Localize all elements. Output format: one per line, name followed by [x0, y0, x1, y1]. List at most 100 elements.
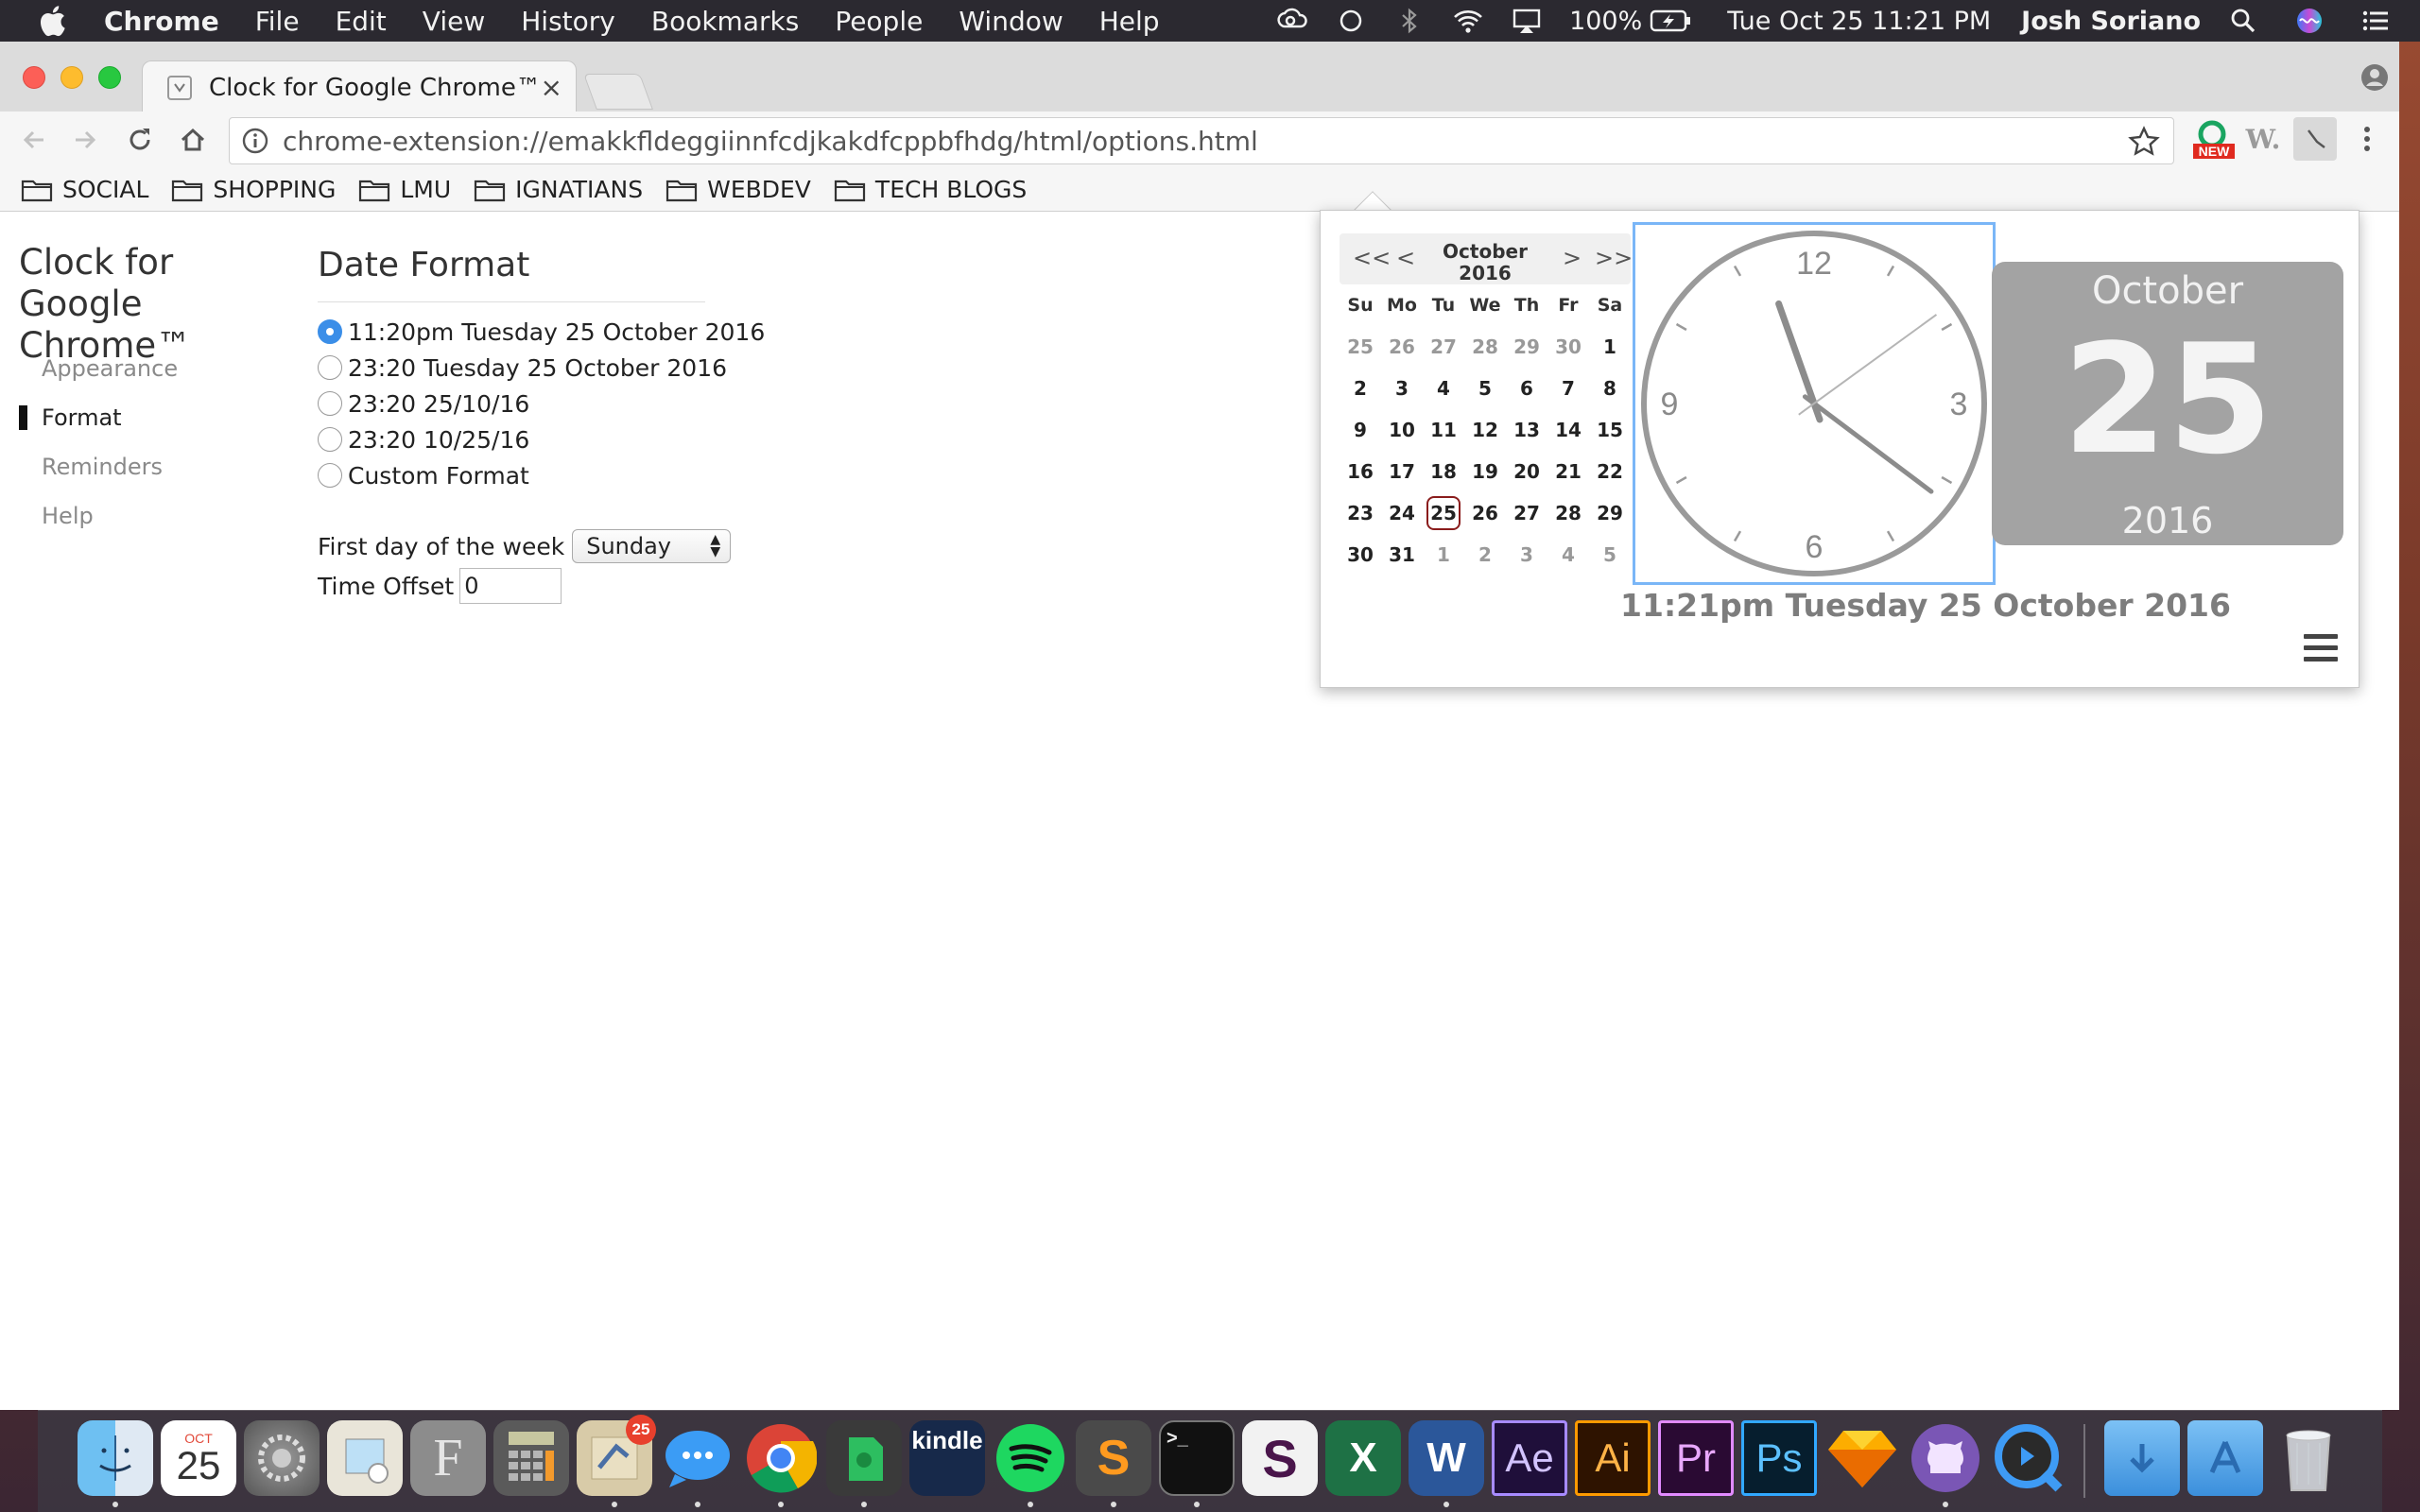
menu-view[interactable]: View: [423, 6, 485, 37]
menu-history[interactable]: History: [521, 6, 615, 37]
radio-label[interactable]: 11:20pm Tuesday 25 October 2016: [348, 318, 765, 346]
calendar-day[interactable]: 6: [1506, 368, 1547, 409]
dock-sublime-icon[interactable]: S: [1076, 1420, 1151, 1496]
calendar-day[interactable]: 9: [1340, 409, 1381, 451]
home-button[interactable]: [174, 121, 212, 159]
calendar-day[interactable]: 4: [1547, 534, 1589, 576]
dock-system-preferences-icon[interactable]: [244, 1420, 320, 1496]
profile-icon[interactable]: [2360, 62, 2390, 93]
grammarly-extension-icon[interactable]: NEW: [2189, 117, 2237, 161]
dock-mail-icon[interactable]: 25: [577, 1415, 656, 1496]
dock-fontbook-icon[interactable]: F: [410, 1420, 486, 1496]
menubar-clock[interactable]: Tue Oct 25 11:21 PM: [1727, 7, 1991, 36]
siri-icon[interactable]: [2293, 5, 2325, 37]
dock-sketch-icon[interactable]: [1824, 1420, 1900, 1496]
bookmark-star-icon[interactable]: [2128, 126, 2160, 158]
calendar-day[interactable]: 21: [1547, 451, 1589, 492]
dock-chrome-icon[interactable]: [743, 1420, 819, 1496]
next-month-button[interactable]: >: [1563, 245, 1582, 271]
bookmark-folder-lmu[interactable]: LMU: [358, 176, 451, 203]
dock-quicktime-icon[interactable]: [1991, 1420, 2066, 1496]
calendar-day[interactable]: 22: [1589, 451, 1631, 492]
chrome-menu-icon[interactable]: [2352, 117, 2382, 161]
calendar-day[interactable]: 26: [1464, 492, 1506, 534]
calendar-day[interactable]: 3: [1506, 534, 1547, 576]
back-button[interactable]: [15, 121, 53, 159]
radio-button[interactable]: [318, 355, 342, 380]
calendar-day[interactable]: 24: [1381, 492, 1423, 534]
calendar-day[interactable]: 1: [1589, 326, 1631, 368]
calendar-day[interactable]: 26: [1381, 326, 1423, 368]
site-info-icon[interactable]: [241, 127, 269, 155]
url-text[interactable]: chrome-extension://emakkfldeggiinnfcdjka…: [283, 126, 1258, 157]
bookmark-folder-tech-blogs[interactable]: TECH BLOGS: [834, 176, 1027, 203]
bookmark-folder-social[interactable]: SOCIAL: [21, 176, 148, 203]
dock-downloads-folder-icon[interactable]: [2104, 1420, 2180, 1496]
calendar-day[interactable]: 28: [1464, 326, 1506, 368]
dock-finder-icon[interactable]: [78, 1420, 153, 1496]
calendar-day[interactable]: 8: [1589, 368, 1631, 409]
radio-button[interactable]: [318, 319, 342, 344]
sidebar-item-help[interactable]: Help: [19, 491, 178, 541]
radio-label[interactable]: 23:20 Tuesday 25 October 2016: [348, 354, 727, 382]
calendar-day[interactable]: 2: [1464, 534, 1506, 576]
circle-status-icon[interactable]: [1335, 5, 1367, 37]
date-format-option[interactable]: 11:20pm Tuesday 25 October 2016: [318, 314, 765, 350]
time-offset-input[interactable]: 0: [459, 568, 562, 604]
calendar-day[interactable]: 1: [1423, 534, 1464, 576]
calendar-day[interactable]: 27: [1423, 326, 1464, 368]
calendar-day[interactable]: 23: [1340, 492, 1381, 534]
calendar-day[interactable]: 13: [1506, 409, 1547, 451]
dock-illustrator-icon[interactable]: Ai: [1575, 1420, 1651, 1496]
sidebar-item-format[interactable]: Format: [19, 393, 178, 442]
creative-cloud-icon[interactable]: [1276, 5, 1308, 37]
sidebar-item-reminders[interactable]: Reminders: [19, 442, 178, 491]
dock-premiere-icon[interactable]: Pr: [1658, 1420, 1734, 1496]
radio-label[interactable]: Custom Format: [348, 462, 529, 490]
window-close-button[interactable]: [23, 66, 45, 89]
spotlight-search-icon[interactable]: [2227, 5, 2259, 37]
calendar-day[interactable]: 20: [1506, 451, 1547, 492]
calendar-day[interactable]: 30: [1340, 534, 1381, 576]
new-tab-button[interactable]: [583, 74, 653, 110]
calendar-day[interactable]: 2: [1340, 368, 1381, 409]
dock-github-icon[interactable]: [1908, 1420, 1983, 1496]
calendar-day[interactable]: 4: [1423, 368, 1464, 409]
calendar-day[interactable]: 5: [1589, 534, 1631, 576]
calendar-day[interactable]: 18: [1423, 451, 1464, 492]
calendar-day[interactable]: 31: [1381, 534, 1423, 576]
date-format-option[interactable]: 23:20 10/25/16: [318, 421, 765, 457]
bookmark-folder-ignatians[interactable]: IGNATIANS: [474, 176, 643, 203]
bookmark-folder-webdev[interactable]: WEBDEV: [666, 176, 811, 203]
dock-applications-folder-icon[interactable]: [2187, 1420, 2263, 1496]
calendar-day[interactable]: 29: [1589, 492, 1631, 534]
calendar-day[interactable]: 30: [1547, 326, 1589, 368]
forward-button[interactable]: [66, 121, 104, 159]
bluetooth-icon[interactable]: [1393, 5, 1426, 37]
radio-label[interactable]: 23:20 25/10/16: [348, 390, 529, 418]
calendar-day[interactable]: 16: [1340, 451, 1381, 492]
calendar-day[interactable]: 27: [1506, 492, 1547, 534]
calendar-day[interactable]: 5: [1464, 368, 1506, 409]
calendar-day[interactable]: 29: [1506, 326, 1547, 368]
dock-calendar-icon[interactable]: OCT 25: [161, 1420, 236, 1496]
date-format-option[interactable]: 23:20 25/10/16: [318, 386, 765, 421]
menu-edit[interactable]: Edit: [336, 6, 387, 37]
battery-percent[interactable]: 100%: [1569, 7, 1642, 36]
dock-evernote-icon[interactable]: [826, 1420, 902, 1496]
radio-button[interactable]: [318, 463, 342, 488]
menu-file[interactable]: File: [255, 6, 300, 37]
date-format-option[interactable]: Custom Format: [318, 457, 765, 493]
radio-label[interactable]: 23:20 10/25/16: [348, 426, 529, 454]
calendar-day[interactable]: 10: [1381, 409, 1423, 451]
apple-logo-icon[interactable]: [38, 5, 66, 37]
first-day-select[interactable]: Sunday ▲ ▼: [572, 529, 732, 563]
dock-after-effects-icon[interactable]: Ae: [1492, 1420, 1567, 1496]
calendar-day[interactable]: 11: [1423, 409, 1464, 451]
w-extension-icon[interactable]: W.: [2242, 117, 2284, 161]
dock-word-icon[interactable]: W: [1409, 1420, 1484, 1496]
calendar-day[interactable]: 7: [1547, 368, 1589, 409]
wifi-icon[interactable]: [1452, 5, 1484, 37]
calendar-day[interactable]: 3: [1381, 368, 1423, 409]
analog-clock-frame[interactable]: 12 3 6 9: [1633, 222, 1996, 585]
